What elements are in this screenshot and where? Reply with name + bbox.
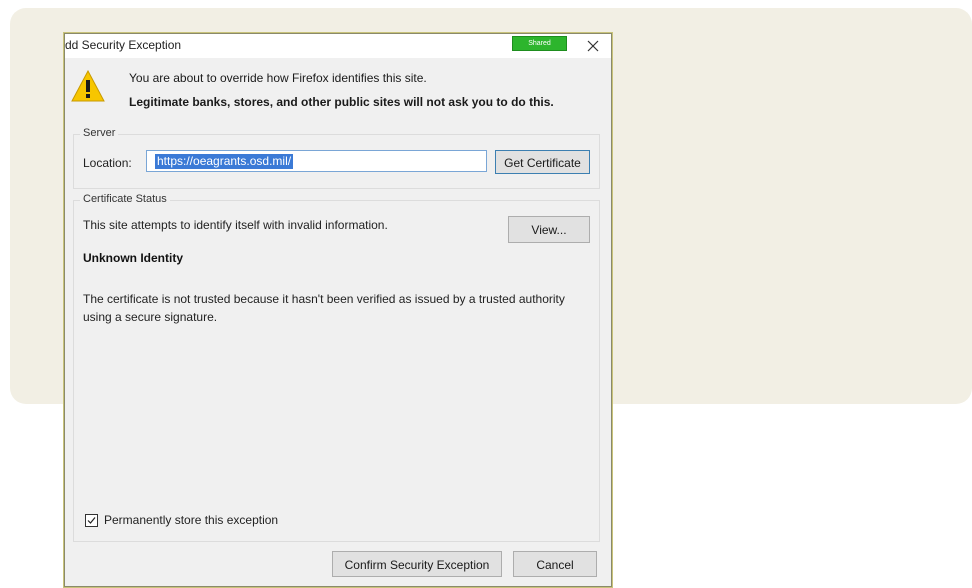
- shared-badge: Shared: [512, 36, 567, 51]
- checkmark-icon: [87, 516, 96, 524]
- get-certificate-button[interactable]: Get Certificate: [495, 150, 590, 174]
- identity-heading: Unknown Identity: [83, 251, 183, 265]
- warning-emphasis: Legitimate banks, stores, and other publ…: [129, 95, 554, 109]
- location-value: https://oeagrants.osd.mil/: [155, 154, 294, 169]
- certificate-status-group: Certificate Status This site attempts to…: [73, 193, 600, 542]
- location-input[interactable]: https://oeagrants.osd.mil/: [146, 150, 487, 172]
- close-icon: [587, 40, 599, 52]
- server-legend: Server: [80, 127, 119, 139]
- store-exception-label: Permanently store this exception: [104, 513, 279, 527]
- store-exception-row[interactable]: Permanently store this exception: [85, 513, 278, 527]
- certificate-description: The certificate is not trusted because i…: [83, 292, 565, 324]
- confirm-security-exception-button[interactable]: Confirm Security Exception: [332, 551, 502, 577]
- warning-message: You are about to override how Firefox id…: [129, 71, 427, 85]
- title-bar: dd Security Exception Shared: [65, 34, 611, 58]
- cancel-button[interactable]: Cancel: [513, 551, 597, 577]
- store-exception-checkbox[interactable]: [85, 513, 98, 527]
- close-button[interactable]: [577, 36, 609, 56]
- dialog-title: dd Security Exception: [65, 38, 182, 52]
- location-label: Location:: [83, 156, 132, 170]
- status-text: This site attempts to identify itself wi…: [83, 218, 388, 232]
- certificate-status-legend: Certificate Status: [80, 193, 170, 205]
- add-security-exception-dialog: dd Security Exception Shared You are abo…: [64, 33, 612, 587]
- view-button[interactable]: View...: [508, 216, 590, 243]
- server-group: Server Location: https://oeagrants.osd.m…: [73, 127, 600, 189]
- warning-icon: [71, 70, 105, 102]
